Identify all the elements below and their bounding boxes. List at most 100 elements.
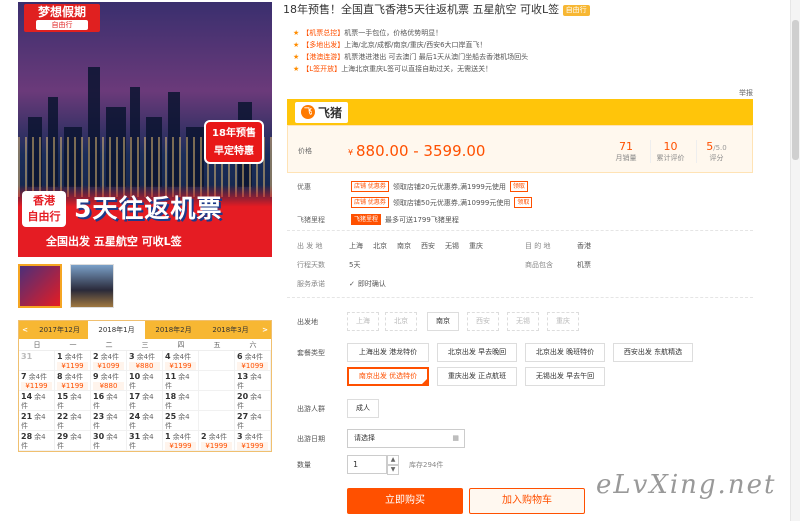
calendar-day[interactable]: 7 余4件 ¥1199 (19, 371, 55, 391)
opt-depart-shanghai[interactable]: 上海 (347, 312, 379, 331)
opt-depart-beijing[interactable]: 北京 (385, 312, 417, 331)
stat-reviews[interactable]: 10 累计评价 (650, 140, 690, 163)
calendar-day[interactable]: 8 余4件 ¥1199 (55, 371, 91, 391)
calendar-day-stock: 余4件 (136, 353, 156, 361)
calendar-day[interactable]: 6 余4件 ¥1099 (235, 351, 271, 371)
calendar-month-tab[interactable]: 2018年3月 (202, 321, 259, 339)
opt-depart-xian[interactable]: 西安 (467, 312, 499, 331)
calendar-day-number: 21 (21, 412, 33, 421)
calendar-day[interactable]: 3 余4件 ¥1999 (235, 431, 271, 451)
calendar-prev-icon[interactable]: < (19, 326, 31, 334)
add-to-cart-button[interactable]: 加入购物车 (469, 488, 585, 514)
calendar-day-price: ¥1999 (237, 442, 268, 450)
calendar-day[interactable]: 17余4件¥1099 (127, 391, 163, 411)
thumbnail-2[interactable] (70, 264, 114, 308)
calendar-day[interactable]: 14余4件¥1199 (19, 391, 55, 411)
calendar-next-icon[interactable]: > (259, 326, 271, 334)
opt-type-selected[interactable]: 南京出发 优选特价 (347, 367, 429, 386)
calendar-day (199, 411, 235, 431)
calendar-day[interactable]: 2 余4件 ¥1999 (199, 431, 235, 451)
service-value: ✓ 即时确认 (349, 280, 386, 288)
calendar-day[interactable]: 23余4件¥1399 (91, 411, 127, 431)
info-depart-row: 出 发 地 上海 北京 南京 西安 无锡 重庆 目 的 地 香港 (297, 241, 591, 251)
star-icon: ★ (293, 29, 300, 37)
opt-type[interactable]: 西安出发 东航精选 (613, 343, 693, 362)
calendar-day[interactable]: 15余4件¥1199 (55, 391, 91, 411)
qty-up-icon[interactable]: ▲ (387, 455, 399, 465)
quantity-input[interactable]: 1 (347, 455, 387, 474)
calendar-day[interactable]: 21余4件¥1199 (19, 411, 55, 431)
calendar-day[interactable]: 24余4件¥1399 (127, 411, 163, 431)
opt-people-adult[interactable]: 成人 (347, 399, 379, 418)
calendar-day[interactable]: 1 余4件 ¥1199 (55, 351, 91, 371)
calendar-day[interactable]: 22余4件¥1450 (55, 411, 91, 431)
presale-badge-line2: 早定特惠 (214, 146, 254, 157)
calendar-day-number: 10 (129, 372, 141, 381)
calendar-day-number: 20 (237, 392, 249, 401)
hero-sub-text: 全国出发 五星航空 可收L签 (46, 235, 182, 248)
calendar-day[interactable]: 30余4件¥1550 (91, 431, 127, 451)
calendar-day-number: 3 (237, 432, 243, 441)
calendar-day[interactable]: 27余4件¥1899 (235, 411, 271, 431)
opt-depart-nanjing[interactable]: 南京 (427, 312, 459, 331)
calendar-day-stock: 余4件 (208, 433, 228, 441)
opt-type[interactable]: 无锡出发 早去午回 (525, 367, 605, 386)
check-circle-icon: ✓ (349, 280, 355, 288)
thumbnail-1[interactable] (18, 264, 62, 308)
calendar-day-stock: 余4件 (244, 353, 264, 361)
calendar-day[interactable]: 31余4件¥1399 (127, 431, 163, 451)
product-panel: 18年预售！全国直飞香港5天往返机票 五星航空 可收L签 自由行 ★ 【机票总控】… (283, 0, 753, 514)
calendar-day[interactable]: 11余4件¥1199 (163, 371, 199, 391)
calendar-day[interactable]: 29余4件¥1550 (55, 431, 91, 451)
hero-image[interactable]: 梦想假期 自由行 18年预售 早定特惠 香港 自由行 5天往返机票 全国出发 五… (18, 2, 272, 257)
opt-type[interactable]: 重庆出发 正点航班 (437, 367, 517, 386)
calendar-month-tab[interactable]: 2017年12月 (31, 321, 88, 339)
weekday: 一 (69, 341, 77, 349)
calendar-day[interactable]: 13余4件¥1099 (235, 371, 271, 391)
weekday: 日 (33, 341, 41, 349)
calendar-day-number: 23 (93, 412, 105, 421)
calendar-day-stock: 余4件 (100, 353, 120, 361)
calendar-month-tab-active[interactable]: 2018年1月 (88, 321, 145, 339)
calendar-day[interactable]: 16余4件¥1190 (91, 391, 127, 411)
coupon-get-button[interactable]: 领取 (514, 197, 533, 208)
calendar-day-number: 7 (21, 372, 27, 381)
calendar-day[interactable]: 10余4件¥1399 (127, 371, 163, 391)
opt-type[interactable]: 上海出发 港龙特价 (347, 343, 429, 362)
stat-rating: 5/5.0 评分 (696, 140, 736, 163)
coupon-tag: 店铺 优惠券 (351, 181, 389, 192)
calendar-day[interactable]: 28余4件¥1550 (19, 431, 55, 451)
calendar-day[interactable]: 9 余4件 ¥880 (91, 371, 127, 391)
divider (287, 230, 753, 231)
calendar-day[interactable]: 1 余4件 ¥1999 (163, 431, 199, 451)
calendar-day[interactable]: 25余4件¥1299 (163, 411, 199, 431)
calendar-day[interactable]: 3 余4件 ¥880 (127, 351, 163, 371)
calendar-day[interactable]: 20余4件¥1350 (235, 391, 271, 411)
include-value: 机票 (577, 261, 591, 269)
scrollbar[interactable] (790, 0, 800, 521)
report-link[interactable]: 举报 (739, 88, 753, 98)
buy-now-button[interactable]: 立即购买 (347, 488, 463, 514)
calendar-icon[interactable]: ▦ (452, 430, 459, 447)
calendar-month-tab[interactable]: 2018年2月 (145, 321, 202, 339)
qty-down-icon[interactable]: ▼ (387, 465, 399, 475)
coupon-get-button[interactable]: 领取 (509, 181, 528, 192)
opt-type[interactable]: 北京出发 早去晚回 (437, 343, 517, 362)
hero-big-text: 5天往返机票 (74, 194, 223, 223)
date-input[interactable]: 请选择 ▦ (347, 429, 465, 448)
scrollbar-thumb[interactable] (792, 20, 799, 160)
calendar-day-number: 6 (237, 352, 243, 361)
calendar-day[interactable]: 18余4件¥1199 (163, 391, 199, 411)
opt-depart-wuxi[interactable]: 无锡 (507, 312, 539, 331)
calendar-day[interactable]: 2 余4件 ¥1099 (91, 351, 127, 371)
stat-monthly-sales: 71 月销量 (615, 140, 637, 162)
opt-depart-chongqing[interactable]: 重庆 (547, 312, 579, 331)
calendar-day-price: ¥1199 (165, 362, 196, 370)
calendar-day[interactable]: 4 余4件 ¥1199 (163, 351, 199, 371)
opt-type[interactable]: 北京出发 晚班特价 (525, 343, 605, 362)
weekday: 四 (177, 341, 185, 349)
calendar-day-price: ¥1999 (201, 442, 232, 450)
calendar-day-stock: 余4件 (28, 373, 48, 381)
calendar-day-stock: 余4件 (64, 353, 84, 361)
calendar-day-number: 9 (93, 372, 99, 381)
